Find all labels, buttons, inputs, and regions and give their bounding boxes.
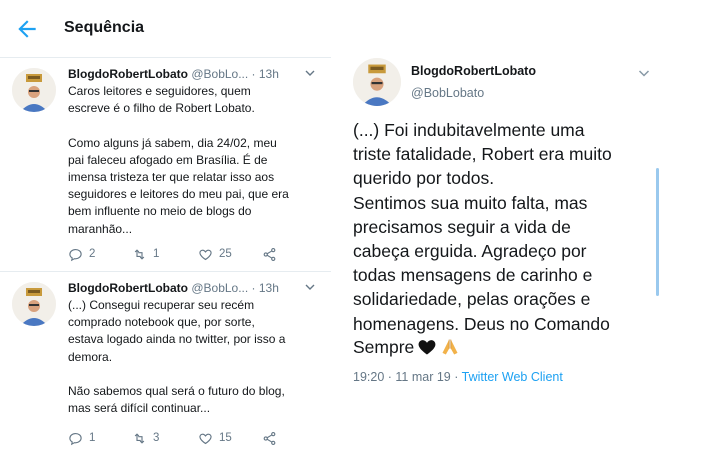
black-heart-icon	[418, 340, 436, 355]
tweet-last-word: Sempre	[353, 336, 415, 357]
like-count: 15	[219, 432, 232, 444]
retweet-icon	[134, 248, 145, 260]
page-title: Sequência	[64, 19, 145, 36]
tweet-meta: 19:20 · 11 mar 19 · Twitter Web Client	[353, 370, 563, 384]
author-handle-time: @BobLo... · 13h	[191, 67, 279, 81]
thread-tweet[interactable]: BlogdoRobertLobato @BobLo... · 13h (...)…	[0, 273, 331, 466]
thread-panel: Sequência BlogdoRobertLobato @BobLo... ·…	[0, 0, 331, 466]
avatar[interactable]	[12, 68, 56, 112]
tweet-actions: 2 1 25	[68, 245, 318, 263]
tweet-timestamp[interactable]: 19:20 · 11 mar 19 ·	[353, 370, 462, 384]
chevron-down-icon[interactable]	[637, 66, 651, 80]
share-icon	[263, 431, 276, 445]
folded-hands-icon	[442, 339, 458, 355]
author-name[interactable]: BlogdoRobertLobato	[68, 281, 188, 295]
reply-button[interactable]: 2	[68, 245, 95, 263]
tweet-text: (...) Consegui recuperar seu recém compr…	[68, 298, 286, 416]
like-button[interactable]: 15	[198, 429, 232, 447]
retweet-icon	[134, 432, 145, 444]
scrollbar[interactable]	[656, 168, 659, 296]
tweet-header: BlogdoRobertLobato @BobLo... · 13h	[68, 67, 328, 81]
avatar[interactable]	[12, 282, 56, 326]
heart-icon	[199, 433, 212, 444]
like-button[interactable]: 25	[198, 245, 232, 263]
heart-icon	[199, 249, 212, 260]
back-arrow-icon[interactable]	[14, 16, 40, 42]
author-name[interactable]: BlogdoRobertLobato	[411, 64, 536, 78]
reply-icon	[69, 248, 82, 261]
share-button[interactable]	[262, 429, 283, 447]
author-handle[interactable]: @BobLobato	[411, 86, 484, 100]
retweet-button[interactable]: 3	[132, 429, 159, 447]
like-count: 25	[219, 248, 232, 260]
tweet-text: Caros leitores e seguidores, quem escrev…	[68, 84, 289, 236]
reply-count: 2	[89, 248, 96, 260]
chevron-down-icon[interactable]	[304, 67, 316, 79]
author-name[interactable]: BlogdoRobertLobato	[68, 67, 188, 81]
retweet-count: 3	[153, 432, 160, 444]
retweet-button[interactable]: 1	[132, 245, 159, 263]
tweet-header: BlogdoRobertLobato @BobLo... · 13h	[68, 281, 328, 295]
thread-tweet[interactable]: BlogdoRobertLobato @BobLo... · 13h Caros…	[0, 59, 331, 272]
tweet-text: (...) Foi indubitavelmente uma triste fa…	[353, 120, 612, 334]
chevron-down-icon[interactable]	[304, 281, 316, 293]
reply-count: 1	[89, 432, 96, 444]
author-handle-time: @BobLo... · 13h	[191, 281, 279, 295]
reply-icon	[69, 432, 82, 445]
tweet-detail: BlogdoRobertLobato @BobLobato (...) Foi …	[339, 0, 722, 466]
avatar[interactable]	[353, 58, 401, 106]
tweet-actions: 1 3 15	[68, 429, 318, 447]
share-icon	[263, 247, 276, 261]
retweet-count: 1	[153, 248, 160, 260]
tweet-client-link[interactable]: Twitter Web Client	[462, 370, 563, 384]
tweet-text-end: Sempre	[353, 335, 460, 359]
share-button[interactable]	[262, 245, 283, 263]
thread-header: Sequência	[0, 0, 331, 58]
reply-button[interactable]: 1	[68, 429, 95, 447]
